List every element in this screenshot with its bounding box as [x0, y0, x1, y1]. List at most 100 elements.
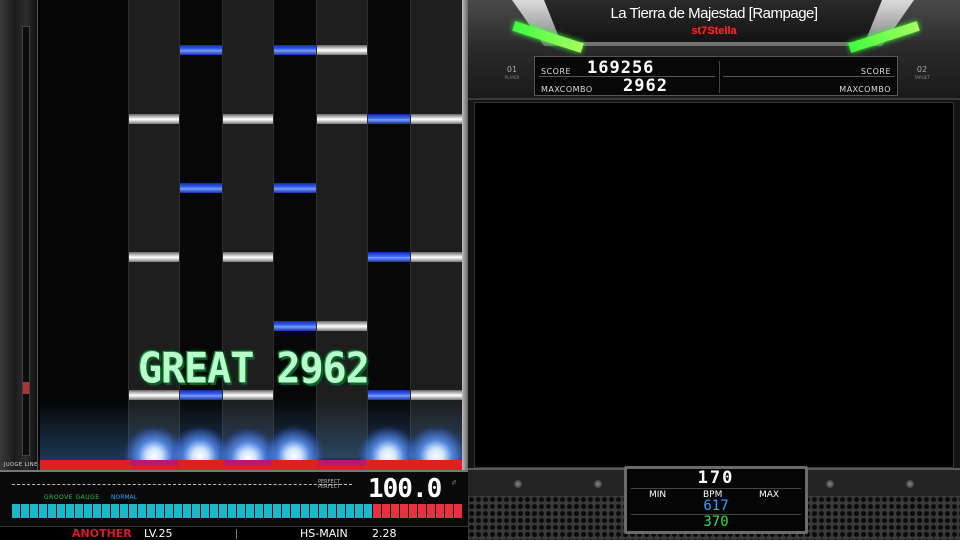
blue-note	[180, 45, 222, 55]
target-maxcombo-label: MAXCOMBO	[839, 85, 891, 94]
gauge-segment	[219, 504, 228, 518]
bpm-panel: 170 MIN BPM MAX 617 370	[624, 466, 808, 534]
white-note	[317, 114, 367, 124]
gauge-segment	[138, 504, 147, 518]
white-note	[411, 114, 462, 124]
player-2-tag: 02 TARGET	[912, 66, 932, 82]
white-note	[317, 45, 367, 55]
gauge-segment	[165, 504, 174, 518]
perfect-label-line: PERFECT	[318, 484, 341, 490]
info-divider	[236, 529, 237, 539]
gauge-segment	[345, 504, 354, 518]
gauge-segment	[111, 504, 120, 518]
gauge-target-line	[12, 484, 352, 485]
gauge-segment	[453, 504, 462, 518]
white-note	[129, 114, 179, 124]
gauge-segment	[444, 504, 453, 518]
gauge-segment	[399, 504, 408, 518]
gauge-segment	[192, 504, 201, 518]
gauge-segment	[129, 504, 138, 518]
gauge-segment	[66, 504, 75, 518]
lane-cover-marker	[23, 382, 29, 394]
gauge-segment	[30, 504, 39, 518]
judgement-display: GREAT 2962	[138, 344, 370, 394]
hi-speed-label: HS-MAIN	[300, 527, 348, 540]
gauge-segment	[156, 504, 165, 518]
white-note	[411, 252, 462, 262]
key-press-indicator	[224, 460, 272, 466]
difficulty-label: ANOTHER	[72, 527, 132, 540]
score-label: SCORE	[541, 67, 572, 76]
white-note	[223, 114, 273, 124]
gauge-segment	[12, 504, 21, 518]
artist-name: st7Stella	[691, 25, 737, 37]
blue-note	[274, 321, 316, 331]
player-1-sub: PLAYER	[504, 75, 520, 80]
blue-note	[368, 252, 410, 262]
maxcombo-label: MAXCOMBO	[541, 85, 593, 94]
gauge-segment	[102, 504, 111, 518]
info-strip: ANOTHER LV.25 HS-MAIN 2.28	[0, 526, 468, 540]
gauge-segment	[21, 504, 30, 518]
gauge-segment	[75, 504, 84, 518]
gauge-segment	[93, 504, 102, 518]
bolt-icon	[594, 480, 602, 488]
level-label: LV.25	[144, 527, 173, 540]
maxcombo-value: 2962	[623, 76, 668, 96]
bpm-max-value: 617	[703, 498, 729, 514]
gauge-segment	[39, 504, 48, 518]
combo-count: 2962	[276, 344, 370, 394]
background-animation-area	[474, 102, 954, 468]
gauge-segment	[381, 504, 390, 518]
player-1-number: 01	[506, 65, 518, 74]
blue-note	[274, 45, 316, 55]
score-panel: SCORE 169256 MAXCOMBO 2962 SCORE MAXCOMB…	[534, 56, 898, 96]
gauge-segment	[174, 504, 183, 518]
bpm-current: 170	[697, 468, 735, 488]
target-score-underline	[723, 76, 895, 77]
gauge-segment	[408, 504, 417, 518]
song-title: La Tierra de Majestad [Rampage]	[610, 5, 818, 22]
bpm-divider	[631, 488, 801, 489]
blue-note	[274, 183, 316, 193]
score-value: 169256	[587, 58, 655, 78]
gauge-segment	[147, 504, 156, 518]
gauge-segment	[426, 504, 435, 518]
blue-note	[180, 183, 222, 193]
gauge-panel: GROOVE GAUGE NORMAL PERFECT PERFECT 100.…	[0, 470, 468, 526]
gauge-segment	[201, 504, 210, 518]
gauge-segment	[435, 504, 444, 518]
gauge-segment	[390, 504, 399, 518]
right-panel: La Tierra de Majestad [Rampage] st7Stell…	[468, 0, 960, 540]
gauge-value: 100.0	[368, 474, 442, 504]
gauge-segment	[210, 504, 219, 518]
key-press-indicator	[130, 460, 178, 466]
gauge-segment	[255, 504, 264, 518]
gauge-segment	[246, 504, 255, 518]
side-rail	[0, 0, 38, 470]
white-note	[317, 321, 367, 331]
gauge-segment	[57, 504, 66, 518]
gauge-segment	[183, 504, 192, 518]
bolt-icon	[514, 480, 522, 488]
gauge-mode: NORMAL	[111, 494, 138, 501]
groove-gauge-bar	[12, 504, 462, 518]
hi-speed-value: 2.28	[372, 527, 397, 540]
judge-line-label: JUDGE LINE	[4, 462, 38, 468]
target-score-label: SCORE	[860, 67, 891, 76]
gauge-segment	[48, 504, 57, 518]
gauge-segment	[291, 504, 300, 518]
gauge-segment	[417, 504, 426, 518]
score-panel-divider	[719, 61, 720, 93]
gauge-segment	[300, 504, 309, 518]
blue-note	[368, 114, 410, 124]
white-note	[223, 252, 273, 262]
gauge-percent-label: %	[450, 480, 456, 485]
gauge-segment	[327, 504, 336, 518]
groove-gauge-label: GROOVE GAUGE	[44, 494, 100, 501]
bpm-min-value: 370	[703, 514, 729, 530]
gauge-segment	[120, 504, 129, 518]
bolt-icon	[906, 480, 914, 488]
gauge-segment	[264, 504, 273, 518]
white-note	[411, 390, 462, 400]
